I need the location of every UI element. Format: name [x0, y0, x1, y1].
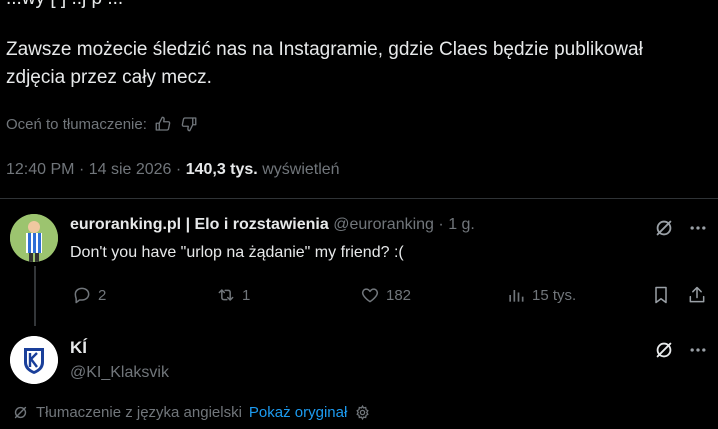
- tweet-date[interactable]: 14 sie 2026: [89, 161, 172, 178]
- repost-icon: [216, 285, 236, 305]
- translation-label: Tłumaczenie z języka angielski: [36, 404, 242, 421]
- views-count: 15 tys.: [532, 286, 577, 304]
- thread-line: [34, 266, 36, 326]
- like-count: 182: [386, 286, 412, 304]
- views-count: 140,3 tys.: [185, 161, 258, 178]
- reply-display-name[interactable]: euroranking.pl | Elo i rozstawienia: [70, 216, 329, 233]
- reply-count: 2: [98, 286, 107, 304]
- tweet-meta: 12:40 PM · 14 sie 2026 · 140,3 tys. wyśw…: [6, 161, 340, 179]
- more-icon[interactable]: [686, 338, 710, 362]
- reply-button[interactable]: 2: [72, 284, 106, 306]
- thumbs-up-icon[interactable]: [153, 114, 173, 134]
- next-handle[interactable]: @KI_Klaksvik: [70, 364, 169, 382]
- bookmark-icon[interactable]: [650, 284, 672, 306]
- tweet-text: Zawsze możecie śledzić nas na Instagrami…: [6, 39, 643, 88]
- views-button[interactable]: 15 tys.: [506, 284, 576, 306]
- next-display-name[interactable]: KÍ: [70, 338, 87, 358]
- divider: [0, 198, 718, 199]
- rate-translation: Oceń to tłumaczenie:: [6, 114, 199, 134]
- meta-separator: ·: [175, 161, 186, 178]
- avatar[interactable]: [10, 336, 58, 384]
- translation-notice: Tłumaczenie z języka angielski Pokaż ory…: [12, 404, 371, 421]
- avatar[interactable]: [10, 214, 58, 262]
- cutoff-text-line: ...wy [ ] ..j p ...: [6, 0, 123, 10]
- meta-separator: ·: [78, 161, 89, 178]
- reply-handle[interactable]: @euroranking: [333, 216, 434, 233]
- rate-translation-label: Oceń to tłumaczenie:: [6, 115, 147, 133]
- meta-separator: ·: [438, 216, 449, 233]
- translate-icon: [12, 404, 29, 421]
- reply-icon: [72, 285, 92, 305]
- thumbs-down-icon[interactable]: [179, 114, 199, 134]
- reply-time[interactable]: 1 g.: [448, 216, 475, 233]
- like-button[interactable]: 182: [360, 284, 411, 306]
- reply-header: euroranking.pl | Elo i rozstawienia @eur…: [70, 216, 475, 234]
- views-icon: [506, 285, 526, 305]
- tweet-time[interactable]: 12:40 PM: [6, 161, 74, 178]
- repost-count: 1: [242, 286, 251, 304]
- share-icon[interactable]: [686, 284, 708, 306]
- views-label: wyświetleń: [262, 161, 340, 178]
- grok-icon[interactable]: [652, 216, 676, 240]
- more-icon[interactable]: [686, 216, 710, 240]
- show-original-link[interactable]: Pokaż oryginał: [249, 404, 347, 421]
- repost-button[interactable]: 1: [216, 284, 250, 306]
- settings-gear-icon[interactable]: [354, 404, 371, 421]
- grok-icon[interactable]: [652, 338, 676, 362]
- reply-text: Don't you have "urlop na żądanie" my fri…: [70, 244, 404, 261]
- like-icon: [360, 285, 380, 305]
